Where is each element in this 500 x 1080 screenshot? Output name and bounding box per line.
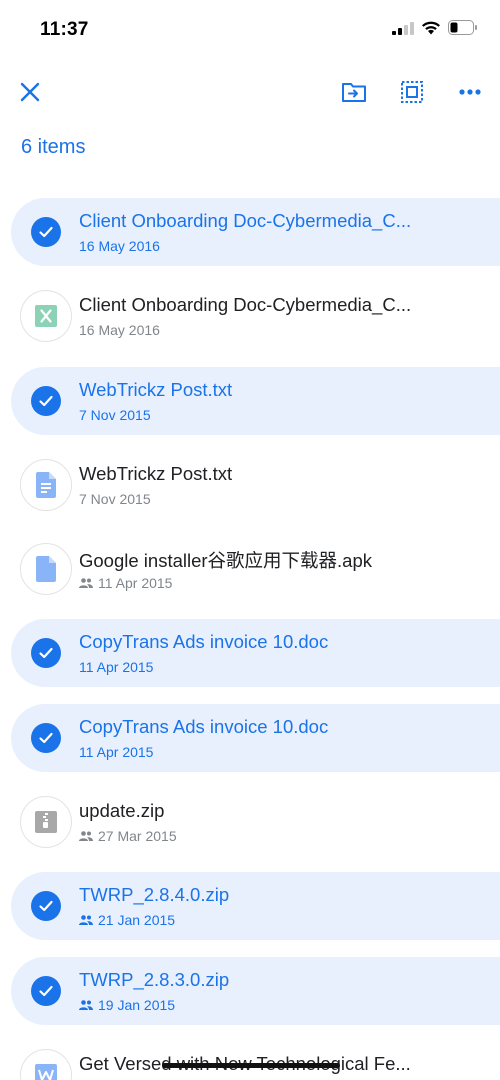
file-icon-container [20,627,72,679]
file-icon-container [20,206,72,258]
file-row[interactable]: TWRP_2.8.4.0.zip 21 Jan 2015 [0,872,500,941]
file-row[interactable]: update.zip 27 Mar 2015 [0,788,500,856]
text-document-icon [36,471,56,498]
file-meta: 11 Apr 2015 [79,744,153,760]
shared-people-icon [79,915,93,926]
check-icon [31,385,61,416]
status-time: 11:37 [40,19,89,40]
file-icon-container [20,1048,72,1080]
file-date: 19 Jan 2015 [98,996,176,1013]
status-bar: 11:37 [0,0,500,60]
file-name: TWRP_2.8.4.0.zip [79,884,230,906]
select-all-icon [401,81,423,103]
check-icon [31,217,61,247]
move-button[interactable] [336,74,372,110]
file-list: Client Onboarding Doc-Cybermedia_C... 16… [0,198,500,1080]
file-date: 11 Apr 2015 [79,659,154,676]
file-meta: 19 Jan 2015 [79,997,175,1013]
select-all-button[interactable] [394,74,430,110]
file-name: WebTrickz Post.txt [79,378,233,400]
file-date: 16 May 2016 [79,322,160,339]
battery-icon [448,20,477,35]
file-meta: 7 Nov 2015 [79,491,151,507]
file-date: 11 Apr 2015 [98,575,173,592]
file-meta: 7 Nov 2015 [79,407,151,423]
shared-people-icon [79,999,93,1010]
cellular-signal-icon [392,21,414,35]
file-name: CopyTrans Ads invoice 10.doc [79,631,329,653]
shared-people-icon [79,831,93,842]
file-row[interactable]: CopyTrans Ads invoice 10.doc 11 Apr 2015 [0,703,500,772]
file-meta: 16 May 2016 [79,322,160,338]
file-row[interactable]: Client Onboarding Doc-Cybermedia_C... 16… [0,282,500,350]
file-name: update.zip [79,800,165,822]
folder-move-icon [342,83,366,102]
selected-items-count: 6 items [21,136,86,158]
file-icon-container [20,375,72,427]
file-meta: 21 Jan 2015 [79,912,175,928]
file-name: Client Onboarding Doc-Cybermedia_C... [79,294,412,316]
file-date: 7 Nov 2015 [79,490,151,507]
spreadsheet-icon [35,305,57,328]
file-icon-container [20,965,72,1017]
file-row[interactable]: Client Onboarding Doc-Cybermedia_C... 16… [0,198,500,266]
check-icon [31,722,61,753]
file-row[interactable]: TWRP_2.8.3.0.zip 19 Jan 2015 [0,956,500,1025]
check-icon [31,975,61,1006]
file-meta: 27 Mar 2015 [79,828,177,844]
file-icon-container [20,712,72,764]
word-document-icon [35,1063,57,1080]
file-row[interactable]: CopyTrans Ads invoice 10.doc 11 Apr 2015 [0,619,500,688]
file-name: CopyTrans Ads invoice 10.doc [79,715,329,737]
more-options-button[interactable] [452,74,488,110]
check-icon [31,891,61,922]
file-name: WebTrickz Post.txt [79,462,233,484]
file-icon-container [20,543,72,596]
shared-people-icon [79,578,93,589]
file-row[interactable]: WebTrickz Post.txt 7 Nov 2015 [0,366,500,435]
file-date: 7 Nov 2015 [79,406,151,423]
home-indicator[interactable] [162,1063,340,1068]
file-date: 11 Apr 2015 [79,743,154,760]
file-date: 21 Jan 2015 [98,912,176,929]
file-meta: 11 Apr 2015 [79,659,153,675]
file-meta: 11 Apr 2015 [79,575,172,591]
file-row[interactable]: Get Versed with New Technological Fe... [0,1041,500,1080]
close-button[interactable] [12,74,48,110]
more-horizontal-icon [459,89,481,95]
status-icons [392,20,478,35]
file-name: Google installer谷歌应用下载器.apk [79,550,373,572]
file-icon-container [20,796,72,849]
file-icon-container [20,290,72,343]
file-date: 16 May 2016 [79,238,160,254]
selection-toolbar [0,64,500,120]
wifi-icon [422,21,440,35]
file-date: 27 Mar 2015 [98,828,177,845]
file-meta: 16 May 2016 [79,238,160,254]
file-name: Client Onboarding Doc-Cybermedia_C... [79,210,412,231]
check-icon [31,638,61,669]
file-row[interactable]: WebTrickz Post.txt 7 Nov 2015 [0,451,500,519]
file-row[interactable]: Google installer谷歌应用下载器.apk 11 Apr 2015 [0,535,500,603]
file-name: TWRP_2.8.3.0.zip [79,968,230,990]
zip-icon [35,811,57,834]
file-icon [36,556,56,583]
file-icon-container [20,880,72,932]
close-icon [20,82,40,102]
file-icon-container [20,458,72,511]
